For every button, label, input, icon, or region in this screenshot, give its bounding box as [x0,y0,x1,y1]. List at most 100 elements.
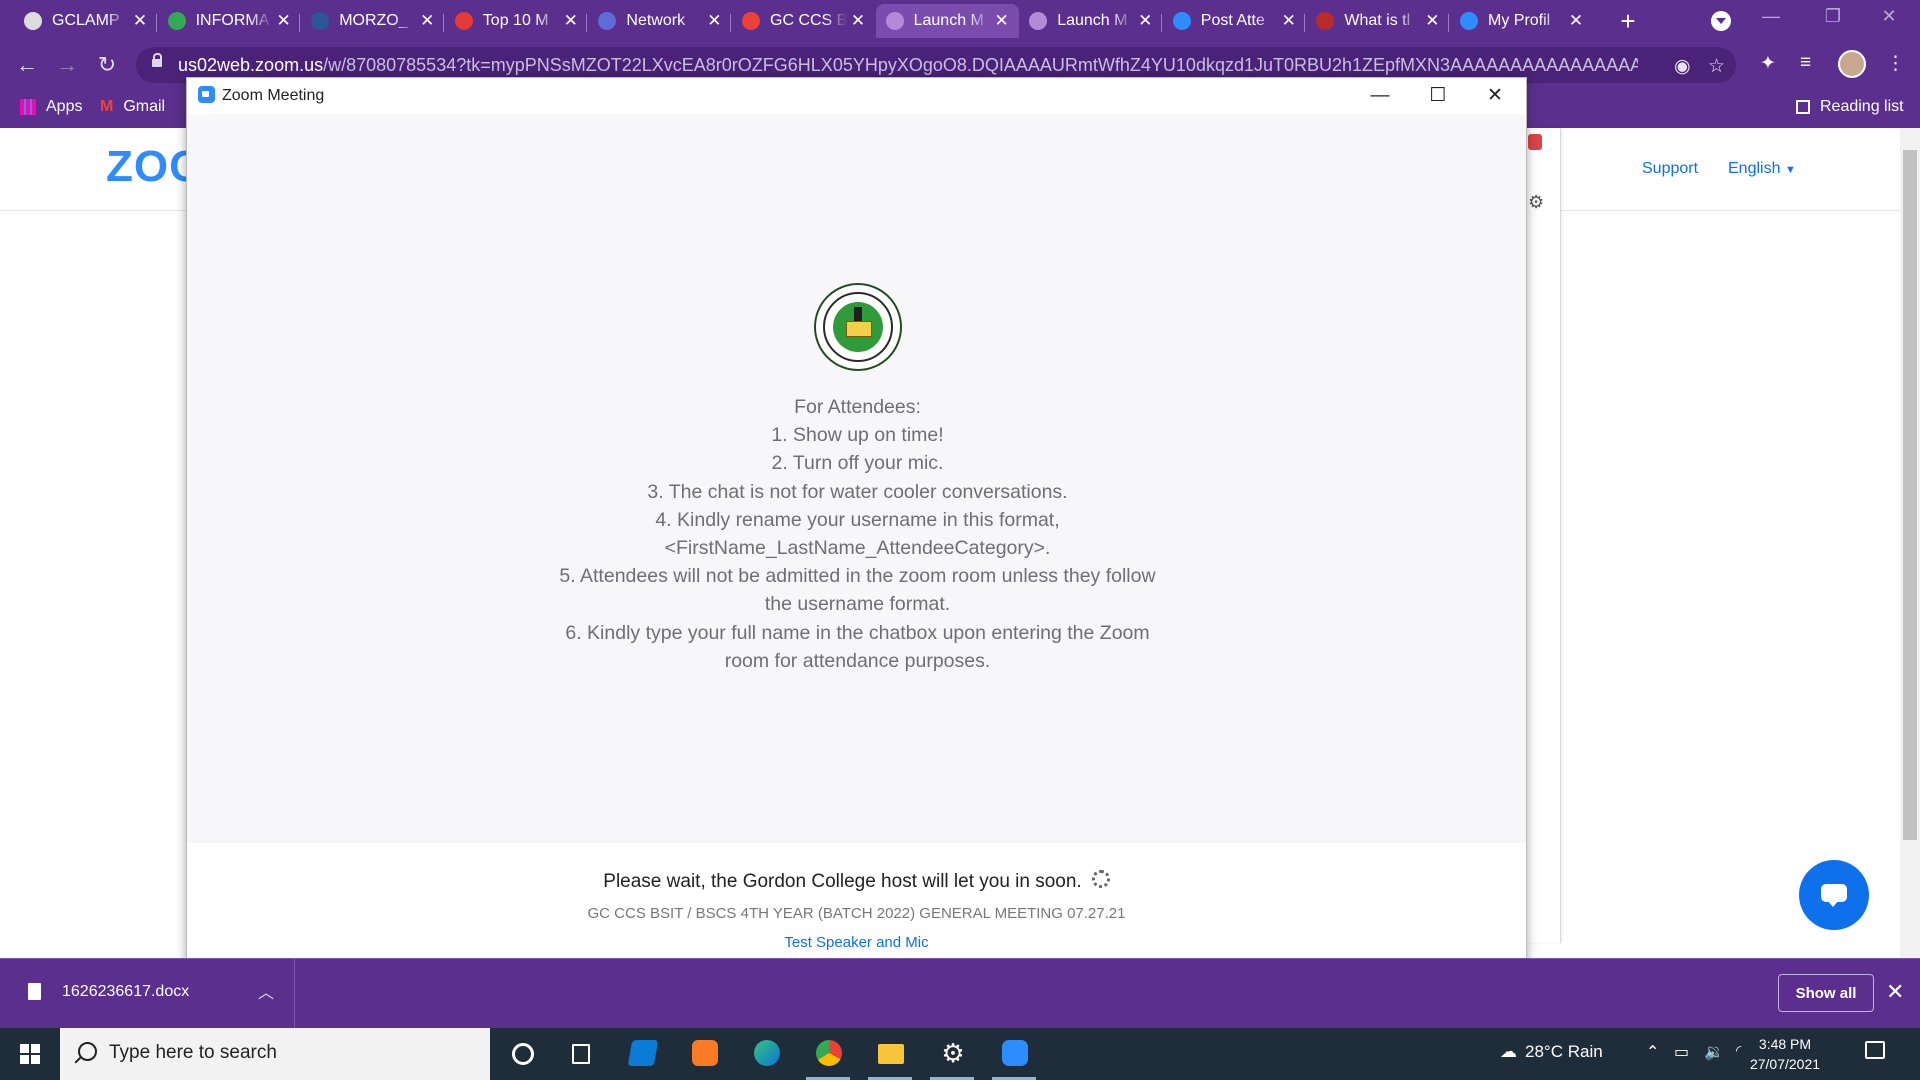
maximize-icon[interactable]: ☐ [1410,82,1466,110]
instruction-line: <FirstName_LastName_AttendeeCategory>. [664,537,1051,560]
download-item[interactable]: 1626236617.docx ︿ [0,959,295,1029]
tab-close-icon[interactable]: ✕ [1421,11,1443,31]
notifications-icon[interactable] [1865,1041,1885,1059]
bookmark-apps[interactable]: Apps [20,98,82,116]
tab-separator [1448,14,1449,32]
media-control-icon[interactable]: ≡ [1800,52,1811,74]
bookmark-gmail-label: Gmail [123,98,166,115]
scrollbar-thumb[interactable] [1903,150,1917,840]
instruction-line: room for attendance purposes. [724,649,991,672]
instruction-line: 4. Kindly rename your username in this f… [655,508,1060,531]
tab-close-icon[interactable]: ✕ [847,11,869,31]
close-downloads-icon[interactable]: ✕ [1886,979,1904,1005]
menu-kebab-icon[interactable]: ⋮ [1886,52,1905,75]
weather-widget[interactable]: ☁ 28°C Rain [1500,1042,1603,1062]
back-arrow-icon[interactable]: ← [12,50,42,80]
browser-tab[interactable]: Launch M ✕ [1019,4,1162,38]
weather-text: 28°C Rain [1525,1042,1603,1061]
tab-title: MORZO_ [339,12,408,29]
chevron-up-icon[interactable]: ︿ [258,979,274,1003]
tab-title: GCLAMP [52,12,120,29]
tab-search-icon[interactable] [1711,11,1731,31]
browser-tab[interactable]: Network ✕ [588,4,731,38]
language-selector[interactable]: English ▼ [1728,160,1796,178]
loading-spinner-icon [1091,869,1110,888]
browser-tab[interactable]: Post Atte ✕ [1163,4,1306,38]
forward-arrow-icon[interactable]: → [52,50,82,80]
edge-icon[interactable] [736,1028,796,1080]
tab-title: Launch M [913,12,984,29]
reload-icon[interactable]: ↻ [92,50,122,80]
tab-separator [1304,14,1306,32]
browser-tab[interactable]: Top 10 M ✕ [445,4,588,38]
browser-tab[interactable]: GCLAMP ✕ [14,4,157,38]
windows-start-icon[interactable] [0,1028,58,1080]
task-view-icon[interactable] [550,1028,610,1080]
browser-tab[interactable]: What is tl ✕ [1306,4,1449,38]
window-close-button[interactable]: ✕ [1866,6,1912,27]
apps-grid-icon [20,99,36,115]
gear-icon[interactable]: ⚙ [1528,192,1544,213]
bookmark-star-icon[interactable]: ☆ [1708,55,1725,78]
bookmark-gmail[interactable]: M Gmail [100,98,165,116]
tab-close-icon[interactable]: ✕ [1565,11,1587,31]
test-speaker-mic-link[interactable]: Test Speaker and Mic [187,934,1526,951]
tab-close-icon[interactable]: ✕ [129,11,151,31]
zoom-taskbar-icon[interactable] [984,1028,1044,1080]
tab-favicon-icon [598,12,617,30]
tab-close-icon[interactable]: ✕ [560,11,582,31]
gordon-college-seal-logo [814,283,902,371]
settings-gear-icon[interactable]: ⚙ [922,1028,982,1080]
window-title-bar[interactable]: Zoom Meeting — ☐ ✕ [187,78,1526,114]
lock-icon[interactable] [152,53,162,67]
browser-tab[interactable]: My Profil ✕ [1450,4,1593,38]
taskbar-clock[interactable]: 3:48 PM 27/07/2021 [1745,1034,1825,1074]
tab-close-icon[interactable]: ✕ [703,11,725,31]
tab-favicon-icon [885,12,904,30]
chrome-icon[interactable] [798,1028,858,1080]
reading-list-icon [1796,100,1810,114]
new-tab-button[interactable]: + [1612,6,1644,37]
minimize-icon[interactable]: — [1352,82,1408,110]
url-text[interactable]: us02web.zoom.us/w/87080785534?tk=mypPNSs… [178,55,1638,76]
window-restore-button[interactable]: ❐ [1810,6,1856,27]
tab-separator [442,14,444,32]
browser-tab[interactable]: GC CCS B ✕ [732,4,875,38]
profile-avatar[interactable] [1838,50,1866,78]
reading-list[interactable]: Reading list [1796,98,1904,116]
clock-date: 27/07/2021 [1749,1056,1821,1072]
downloads-bar: 1626236617.docx ︿ Show all ✕ [0,958,1920,1029]
instruction-line: 6. Kindly type your full name in the cha… [565,621,1150,644]
file-explorer-icon[interactable] [860,1028,920,1080]
tab-close-icon[interactable]: ✕ [1278,11,1300,31]
cortana-icon[interactable] [490,1028,550,1080]
support-link[interactable]: Support [1642,160,1698,178]
camera-icon[interactable] [1528,134,1542,150]
close-icon[interactable]: ✕ [1467,82,1523,110]
battery-icon[interactable]: ▭ [1674,1042,1689,1062]
vscode-icon[interactable] [612,1028,672,1080]
tab-title: Post Atte [1200,12,1265,29]
extensions-puzzle-icon[interactable]: ✦ [1760,52,1776,75]
page-scrollbar[interactable] [1900,128,1920,958]
volume-icon[interactable]: 🔉 [1704,1042,1724,1062]
language-label: English [1728,160,1781,177]
show-all-button[interactable]: Show all [1778,974,1874,1012]
browser-tab[interactable]: INFORMA ✕ [158,4,301,38]
tab-close-icon[interactable]: ✕ [273,11,295,31]
tab-favicon-icon [311,12,330,30]
eye-off-icon[interactable]: ◉ [1674,55,1691,78]
wait-message: Please wait, the Gordon College host wil… [187,869,1526,893]
tab-close-icon[interactable]: ✕ [416,11,438,31]
tab-title: GC CCS B [770,12,847,29]
xampp-icon[interactable] [674,1028,734,1080]
wifi-icon[interactable]: ◜ [1736,1042,1741,1059]
window-minimize-button[interactable]: — [1748,6,1794,27]
browser-tab[interactable]: MORZO_ ✕ [301,4,444,38]
tab-close-icon[interactable]: ✕ [991,11,1013,31]
chat-bubble-button[interactable] [1799,860,1869,930]
taskbar-search-box[interactable]: Type here to search [60,1028,490,1080]
tab-close-icon[interactable]: ✕ [1134,11,1156,31]
tray-chevron-up-icon[interactable]: ⌃ [1646,1042,1659,1062]
browser-tab[interactable]: Launch M ✕ [875,4,1019,38]
